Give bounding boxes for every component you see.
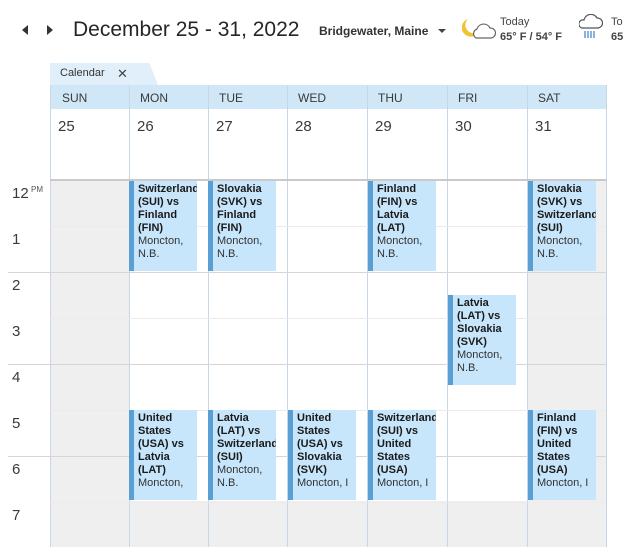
time-label-3: 3 [12,323,21,340]
half-hour-line [50,318,606,319]
weather-tomorrow-temp: 65 [611,31,623,43]
event-location: Moncton, N.B. [377,235,423,260]
event-title: United States (USA) vs Slovakia (SVK) [297,412,343,476]
day-name-thu: THU [378,91,403,105]
previous-week-button[interactable] [18,20,34,40]
event-title: Finland (FIN) vs Latvia (LAT) [377,183,418,234]
time-label-5: 5 [12,415,21,432]
time-label-4: 4 [12,369,21,386]
column-divider [129,85,130,181]
event-svk-fin[interactable]: Slovakia (SVK) vs Finland (FIN) Moncton,… [208,181,276,271]
event-location: Moncton, N.B. [217,235,263,260]
location-selector[interactable]: Bridgewater, Maine [319,24,428,38]
event-location: Moncton, I [377,477,429,489]
event-fin-lat[interactable]: Finland (FIN) vs Latvia (LAT) Moncton, N… [368,181,436,271]
event-usa-svk[interactable]: United States (USA) vs Slovakia (SVK) Mo… [288,410,356,500]
event-svk-sui[interactable]: Slovakia (SVK) vs Switzerland (SUI) Monc… [528,181,596,271]
weather-today-temp: 65° F / 54° F [500,31,562,43]
event-lat-svk[interactable]: Latvia (LAT) vs Slovakia (SVK) Moncton, … [448,295,516,385]
hour-line [8,272,606,273]
time-label-7: 7 [12,507,21,524]
date-fri[interactable]: 30 [455,118,472,135]
column-divider [50,85,51,181]
event-title: Switzerland (SUI) vs United States (USA) [377,412,436,476]
event-title: Switzerland (SUI) vs Finland (FIN) [138,183,197,234]
event-location: Moncton, [138,477,184,489]
calendar-tab-label: Calendar [60,67,105,79]
day-name-tue: TUE [219,91,243,105]
event-title: Latvia (LAT) vs Slovakia (SVK) [457,297,502,348]
date-mon[interactable]: 26 [137,118,154,135]
close-icon[interactable]: ✕ [117,66,128,82]
day-name-fri: FRI [458,91,478,105]
column-divider [606,181,607,547]
event-title: United States (USA) vs Latvia (LAT) [138,412,184,476]
day-header-row [50,85,606,109]
date-wed[interactable]: 28 [295,118,312,135]
event-location: Moncton, I [297,477,349,489]
moon-cloud-icon [462,19,496,39]
event-fin-usa[interactable]: Finland (FIN) vs United States (USA) Mon… [528,410,596,500]
date-range-title: December 25 - 31, 2022 [73,18,300,41]
next-week-button[interactable] [42,20,58,40]
hour-line [8,364,606,365]
event-title: Finland (FIN) vs United States (USA) [537,412,578,476]
time-label-6: 6 [12,461,21,478]
time-label-12: 12 [12,185,29,202]
event-usa-lat[interactable]: United States (USA) vs Latvia (LAT) Monc… [129,410,197,500]
day-name-sun: SUN [62,91,88,105]
event-location: Moncton, N.B. [138,235,184,260]
day-name-mon: MON [140,91,168,105]
event-sui-fin[interactable]: Switzerland (SUI) vs Finland (FIN) Monct… [129,181,197,271]
date-sat[interactable]: 31 [535,118,552,135]
event-lat-sui[interactable]: Latvia (LAT) vs Switzerland (SUI) Moncto… [208,410,276,500]
time-ampm-label: PM [31,185,43,194]
event-location: Moncton, I [537,477,589,489]
date-tue[interactable]: 27 [216,118,233,135]
weather-today-label: Today [500,16,530,28]
column-divider [208,85,209,181]
event-title: Slovakia (SVK) vs Switzerland (SUI) [537,183,596,234]
column-divider [367,85,368,181]
column-divider [287,85,288,181]
column-divider [527,85,528,181]
date-thu[interactable]: 29 [375,118,392,135]
column-divider [606,85,607,181]
event-title: Slovakia (SVK) vs Finland (FIN) [217,183,263,234]
column-divider [447,85,448,181]
chevron-right-icon [47,25,53,35]
chevron-down-icon[interactable] [437,27,447,35]
event-location: Moncton, N.B. [217,464,263,489]
event-location: Moncton, N.B. [457,349,503,374]
time-label-2: 2 [12,277,21,294]
event-title: Latvia (LAT) vs Switzerland (SUI) [217,412,276,463]
day-name-wed: WED [298,91,326,105]
day-name-sat: SAT [538,91,561,105]
time-label-1: 1 [12,231,21,248]
event-location: Moncton, N.B. [537,235,583,260]
event-sui-usa[interactable]: Switzerland (SUI) vs United States (USA)… [368,410,436,500]
weather-tomorrow-label: To [611,16,623,28]
date-sun[interactable]: 25 [58,118,75,135]
off-hours-shade [129,501,527,547]
half-hour-line [50,502,606,503]
chevron-left-icon [22,25,28,35]
rain-cloud-icon [579,14,603,38]
